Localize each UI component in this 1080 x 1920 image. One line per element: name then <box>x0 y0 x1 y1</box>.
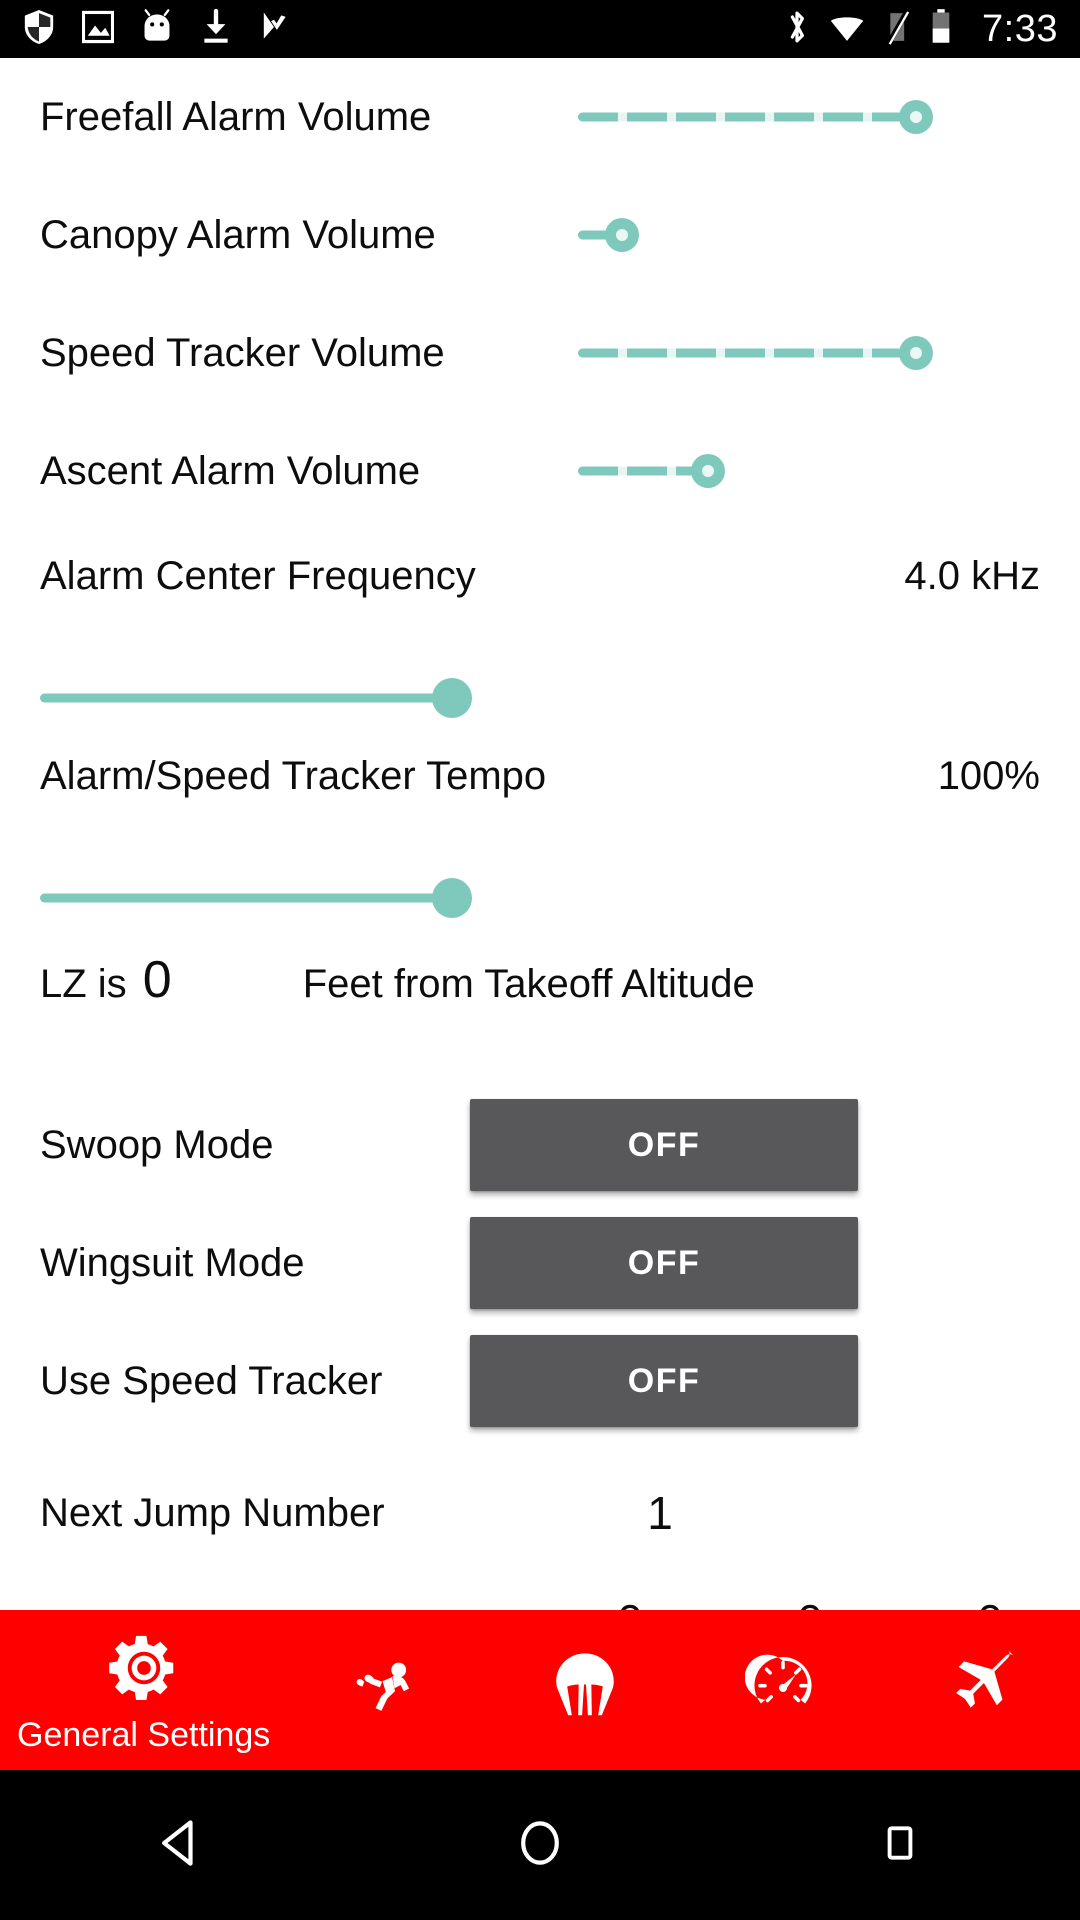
tab-general-settings[interactable]: General Settings <box>0 1610 287 1770</box>
canopy-alarm-volume-slider[interactable] <box>560 176 980 294</box>
setting-label: Canopy Alarm Volume <box>40 212 436 257</box>
bottom-tab-bar: General Settings <box>0 1610 1080 1770</box>
home-button[interactable] <box>450 1770 630 1920</box>
lz-prefix-label: LZ is <box>40 962 127 1006</box>
canopy-icon <box>546 1646 624 1729</box>
slider-track <box>40 693 452 703</box>
image-icon <box>81 8 115 51</box>
setting-label: Use Speed Tracker <box>40 1358 383 1403</box>
ascent-alarm-volume-slider[interactable] <box>560 412 980 530</box>
wingsuit-mode-toggle-button[interactable]: OFF <box>470 1217 858 1309</box>
recents-button[interactable] <box>810 1770 990 1920</box>
back-button[interactable] <box>90 1770 270 1920</box>
setting-label: Ascent Alarm Volume <box>40 448 421 493</box>
slider-thumb[interactable] <box>899 100 933 134</box>
setting-label: Swoop Mode <box>40 1122 274 1167</box>
setting-label: Speed Tracker Volume <box>40 330 445 375</box>
slider-track <box>40 893 452 903</box>
slider-thumb[interactable] <box>691 454 725 488</box>
setting-header: Alarm Center Frequency 4.0 kHz <box>40 554 1040 662</box>
setting-header: Alarm/Speed Tracker Tempo 100% <box>40 754 1040 862</box>
setting-row-freefall-alarm-volume: Freefall Alarm Volume <box>0 58 1080 176</box>
status-bar: 7:33 <box>0 0 1080 58</box>
clipped-values-row: 0 0 0 <box>0 1594 1080 1610</box>
gear-icon <box>105 1629 183 1712</box>
status-bar-clock: 7:33 <box>982 8 1058 50</box>
setting-row-alarm-center-frequency: Alarm Center Frequency 4.0 kHz <box>0 554 1080 734</box>
swoop-mode-toggle-button[interactable]: OFF <box>470 1099 858 1191</box>
speed-tracker-volume-slider[interactable] <box>560 294 980 412</box>
slider-thumb[interactable] <box>432 878 472 918</box>
setting-row-next-jump-number: Next Jump Number 1 <box>0 1454 1080 1572</box>
setting-row-alarm-speed-tracker-tempo: Alarm/Speed Tracker Tempo 100% <box>0 754 1080 934</box>
setting-label: Wingsuit Mode <box>40 1240 305 1285</box>
tab-label-general-settings: General Settings <box>17 1715 271 1754</box>
download-icon <box>200 8 232 51</box>
slider-thumb[interactable] <box>605 218 639 252</box>
setting-row-canopy-alarm-volume: Canopy Alarm Volume <box>0 176 1080 294</box>
status-bar-right-icons: 7:33 <box>784 7 1058 52</box>
next-jump-number-field[interactable]: 1 <box>600 1486 720 1540</box>
slider-track <box>578 466 704 476</box>
slider-track <box>578 348 918 358</box>
skydiver-icon <box>349 1648 423 1727</box>
setting-row-speed-tracker-volume: Speed Tracker Volume <box>0 294 1080 412</box>
app-screen: 7:33 Freefall Alarm Volume Canopy Alarm … <box>0 0 1080 1920</box>
setting-row-lz-offset: LZ is 0 Feet from Takeoff Altitude <box>0 954 1080 1086</box>
setting-label: Alarm Center Frequency <box>40 554 476 598</box>
clipped-value[interactable]: 0 <box>900 1594 1080 1610</box>
freefall-alarm-volume-slider[interactable] <box>560 58 980 176</box>
airplane-icon <box>940 1646 1022 1729</box>
circle-icon <box>512 1815 568 1876</box>
alarm-center-frequency-slider[interactable] <box>40 662 1040 734</box>
bluetooth-icon <box>784 7 810 52</box>
clipped-value[interactable]: 0 <box>540 1594 720 1610</box>
use-speed-tracker-toggle-button[interactable]: OFF <box>470 1335 858 1427</box>
slider-track <box>578 112 918 122</box>
setting-label: Next Jump Number <box>40 1490 385 1535</box>
tab-aircraft[interactable] <box>882 1610 1080 1770</box>
setting-row-use-speed-tracker: Use Speed Tracker OFF <box>0 1322 1080 1440</box>
setting-row-wingsuit-mode: Wingsuit Mode OFF <box>0 1204 1080 1322</box>
tab-canopy[interactable] <box>486 1610 684 1770</box>
settings-scroll-area[interactable]: Freefall Alarm Volume Canopy Alarm Volum… <box>0 58 1080 1610</box>
shield-icon <box>22 8 56 51</box>
android-navigation-bar <box>0 1770 1080 1920</box>
lz-suffix-label: Feet from Takeoff Altitude <box>302 962 755 1006</box>
triangle-left-icon <box>152 1815 208 1876</box>
setting-label: Freefall Alarm Volume <box>40 94 432 139</box>
setting-value: 100% <box>937 754 1040 798</box>
slider-thumb[interactable] <box>432 678 472 718</box>
status-bar-left-icons <box>22 8 784 51</box>
speedometer-icon <box>744 1647 821 1728</box>
slider-thumb[interactable] <box>899 336 933 370</box>
setting-label: Alarm/Speed Tracker Tempo <box>40 754 547 798</box>
clipped-value[interactable]: 0 <box>720 1594 900 1610</box>
lz-value-field[interactable]: 0 <box>143 954 293 1006</box>
setting-value: 4.0 kHz <box>904 554 1040 598</box>
signal-off-icon <box>884 7 912 52</box>
tab-freefall[interactable] <box>287 1610 485 1770</box>
setting-row-swoop-mode: Swoop Mode OFF <box>0 1086 1080 1204</box>
setting-row-ascent-alarm-volume: Ascent Alarm Volume <box>0 412 1080 530</box>
tab-speed-tracker[interactable] <box>684 1610 882 1770</box>
alarm-speed-tracker-tempo-slider[interactable] <box>40 862 1040 934</box>
checkmark-icon <box>258 8 290 51</box>
android-icon <box>140 8 174 51</box>
wifi-icon <box>826 7 868 52</box>
square-icon <box>874 1817 926 1874</box>
battery-icon <box>928 7 954 52</box>
